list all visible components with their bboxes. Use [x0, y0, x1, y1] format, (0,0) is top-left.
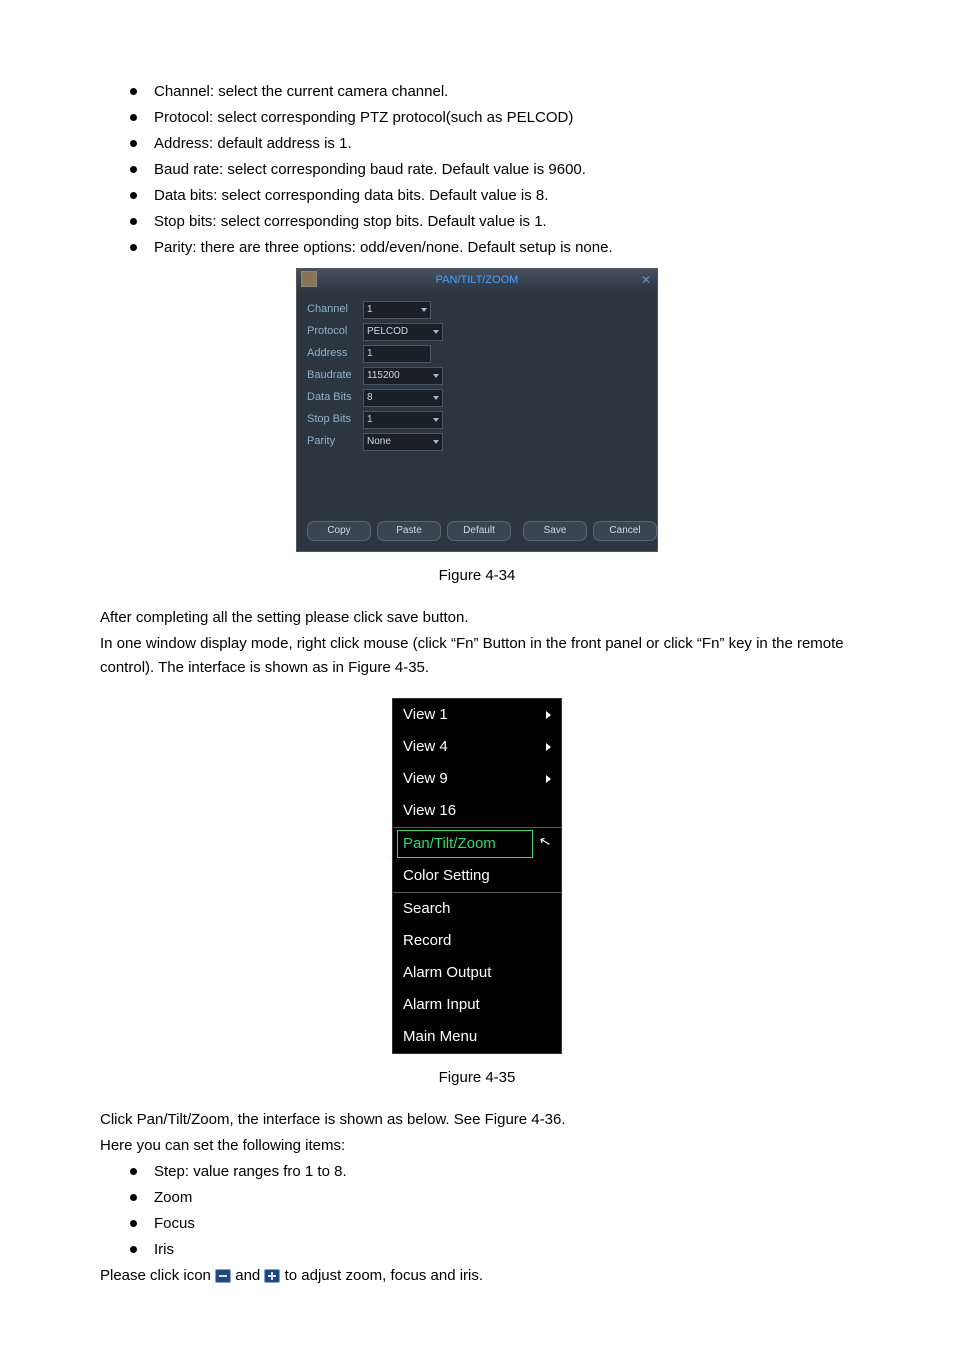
parity-select[interactable]: None [363, 433, 443, 451]
chevron-down-icon [433, 396, 439, 400]
stopbits-label: Stop Bits [307, 411, 363, 429]
default-button[interactable]: Default [447, 521, 511, 541]
chevron-down-icon [433, 440, 439, 444]
dialog-footer: Copy Paste Default Save Cancel [297, 515, 657, 551]
close-icon[interactable]: ✕ [641, 271, 651, 290]
menu-item-view9[interactable]: View 9 [393, 763, 561, 795]
protocol-label: Protocol [307, 323, 363, 341]
bullet-text: Protocol: select corresponding PTZ proto… [154, 109, 573, 126]
chevron-right-icon [546, 711, 551, 719]
bullet-text: Focus [154, 1215, 195, 1232]
list-item: Baud rate: select corresponding baud rat… [130, 158, 854, 182]
menu-item-view4[interactable]: View 4 [393, 731, 561, 763]
menu-item-color[interactable]: Color Setting [393, 860, 561, 892]
bullet-text: Data bits: select corresponding data bit… [154, 187, 548, 204]
dialog-title: PAN/TILT/ZOOM [436, 274, 519, 286]
list-item: Focus [130, 1212, 854, 1236]
baudrate-select[interactable]: 115200 [363, 367, 443, 385]
menu-item-ptz[interactable]: Pan/Tilt/Zoom ↖ [393, 828, 561, 860]
cursor-icon: ↖ [538, 832, 553, 849]
menu-item-view16[interactable]: View 16 [393, 795, 561, 827]
menu-item-search[interactable]: Search [393, 893, 561, 925]
bullet-text: Address: default address is 1. [154, 135, 352, 152]
dialog-titlebar: PAN/TILT/ZOOM ✕ [297, 269, 657, 293]
body-text: After completing all the setting please … [100, 606, 854, 630]
list-item: Data bits: select corresponding data bit… [130, 184, 854, 208]
copy-button[interactable]: Copy [307, 521, 371, 541]
chevron-right-icon [546, 775, 551, 783]
list-item: Protocol: select corresponding PTZ proto… [130, 106, 854, 130]
list-item: Address: default address is 1. [130, 132, 854, 156]
plus-icon [264, 1269, 280, 1283]
save-button[interactable]: Save [523, 521, 587, 541]
address-input[interactable]: 1 [363, 345, 431, 363]
baudrate-label: Baudrate [307, 367, 363, 385]
minus-icon [215, 1269, 231, 1283]
body-text: Here you can set the following items: [100, 1134, 854, 1158]
cancel-button[interactable]: Cancel [593, 521, 657, 541]
ptz-dialog: PAN/TILT/ZOOM ✕ Channel 1 Protocol PELCO… [296, 268, 658, 552]
bullet-text: Stop bits: select corresponding stop bit… [154, 213, 547, 230]
chevron-down-icon [421, 308, 427, 312]
channel-select[interactable]: 1 [363, 301, 431, 319]
menu-item-main-menu[interactable]: Main Menu [393, 1021, 561, 1053]
chevron-down-icon [433, 330, 439, 334]
paste-button[interactable]: Paste [377, 521, 441, 541]
dialog-logo-icon [301, 271, 317, 287]
list-item: Step: value ranges fro 1 to 8. [130, 1160, 854, 1184]
body-text: Click Pan/Tilt/Zoom, the interface is sh… [100, 1108, 854, 1132]
chevron-right-icon [546, 743, 551, 751]
figure-caption-35: Figure 4-35 [100, 1066, 854, 1090]
menu-item-alarm-input[interactable]: Alarm Input [393, 989, 561, 1021]
menu-item-view1[interactable]: View 1 [393, 699, 561, 731]
address-label: Address [307, 345, 363, 363]
protocol-select[interactable]: PELCOD [363, 323, 443, 341]
databits-select[interactable]: 8 [363, 389, 443, 407]
parity-label: Parity [307, 433, 363, 451]
stopbits-select[interactable]: 1 [363, 411, 443, 429]
bullet-text: Step: value ranges fro 1 to 8. [154, 1163, 347, 1180]
databits-label: Data Bits [307, 389, 363, 407]
chevron-down-icon [433, 374, 439, 378]
ptz-settings-list: Channel: select the current camera chann… [100, 80, 854, 260]
list-item: Parity: there are three options: odd/eve… [130, 236, 854, 260]
figure-caption-34: Figure 4-34 [100, 564, 854, 588]
bullet-text: Channel: select the current camera chann… [154, 83, 448, 100]
bullet-text: Zoom [154, 1189, 192, 1206]
bullet-text: Parity: there are three options: odd/eve… [154, 239, 613, 256]
context-menu: View 1 View 4 View 9 View 16 Pan/Tilt/Zo… [392, 698, 562, 1054]
selection-highlight [397, 830, 533, 858]
dialog-body: Channel 1 Protocol PELCOD Address 1 Baud… [297, 293, 657, 515]
list-item: Channel: select the current camera chann… [130, 80, 854, 104]
bullet-text: Iris [154, 1241, 174, 1258]
chevron-down-icon [433, 418, 439, 422]
list-item: Zoom [130, 1186, 854, 1210]
bullet-text: Baud rate: select corresponding baud rat… [154, 161, 586, 178]
menu-item-alarm-output[interactable]: Alarm Output [393, 957, 561, 989]
ptz-controls-list: Step: value ranges fro 1 to 8. Zoom Focu… [100, 1160, 854, 1262]
channel-label: Channel [307, 301, 363, 319]
list-item: Iris [130, 1238, 854, 1262]
body-text: Please click icon and to adjust zoom, fo… [100, 1264, 854, 1288]
list-item: Stop bits: select corresponding stop bit… [130, 210, 854, 234]
body-text: In one window display mode, right click … [100, 632, 854, 680]
menu-item-record[interactable]: Record [393, 925, 561, 957]
